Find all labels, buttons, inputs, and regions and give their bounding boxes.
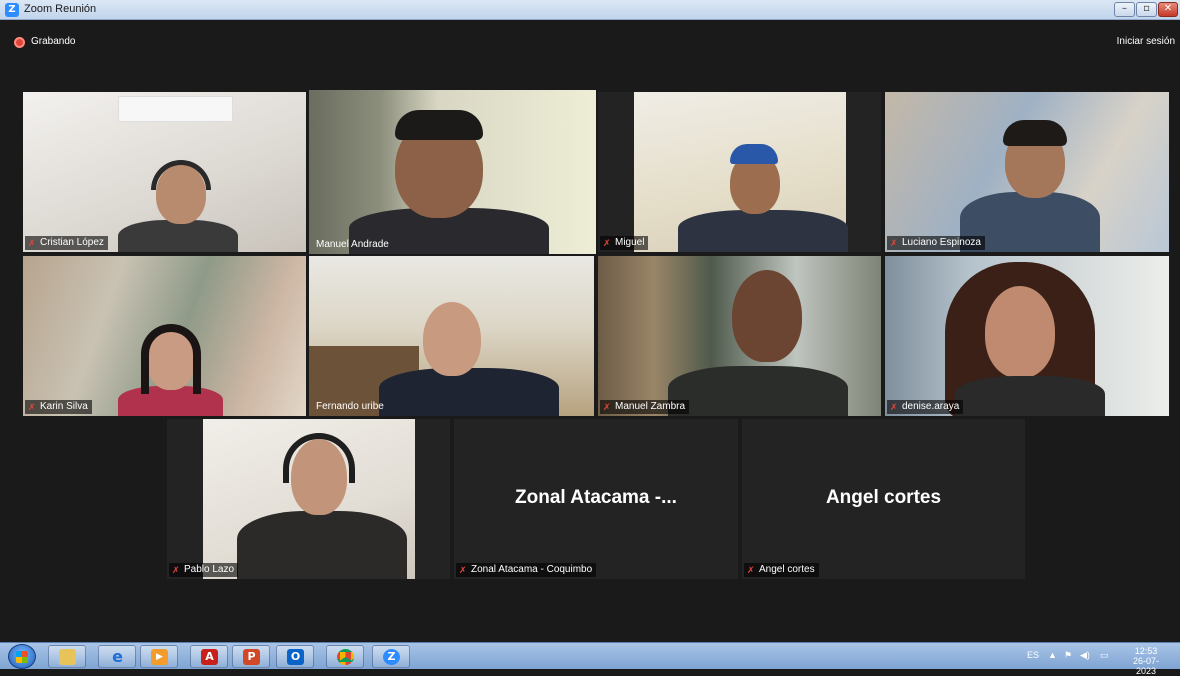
minimize-button[interactable]: –	[1114, 2, 1135, 17]
powerpoint-icon: P	[243, 649, 260, 665]
taskbar-powerpoint[interactable]: P	[232, 645, 270, 668]
air-conditioner	[118, 96, 233, 122]
mic-muted-icon: ✗	[890, 238, 898, 248]
flag-icon[interactable]: ⚑	[1064, 650, 1072, 661]
participant-name-tag: ✗ Miguel	[600, 236, 649, 250]
participant-name-tag: ✗ Angel cortes	[744, 563, 819, 577]
video-tile[interactable]: Fernando uribe	[309, 256, 594, 416]
taskbar-internet-explorer[interactable]: e	[98, 645, 136, 668]
video-tile[interactable]: ✗ Pablo Lazo	[167, 419, 450, 579]
play-icon: ▶	[151, 649, 168, 665]
video-tile-video-off[interactable]: Angel cortes ✗ Angel cortes	[742, 419, 1025, 579]
network-icon[interactable]: ▭	[1100, 650, 1109, 661]
zoom-app-icon: Z	[5, 3, 19, 17]
participant-name-tag: ✗ Karin Silva	[25, 400, 92, 414]
system-clock[interactable]: 12:53 26-07-2023	[1126, 646, 1166, 676]
folder-icon	[59, 649, 76, 665]
window-title: Zoom Reunión	[24, 3, 97, 15]
start-button[interactable]	[8, 644, 36, 669]
video-tile[interactable]: ✗ Miguel	[598, 92, 881, 252]
video-tile-active-speaker[interactable]: Manuel Andrade	[309, 90, 596, 254]
participant-name-tag: ✗ Luciano Espinoza	[887, 236, 985, 250]
recording-label: Grabando	[31, 36, 76, 47]
video-tile[interactable]: ✗ Cristian López	[23, 92, 306, 252]
signin-link[interactable]: Iniciar sesión	[1117, 36, 1175, 47]
participant-name-tag: Manuel Andrade	[316, 239, 389, 250]
maximize-button[interactable]: ▫	[1136, 2, 1157, 17]
mic-muted-icon: ✗	[459, 565, 467, 575]
record-icon	[14, 37, 25, 48]
close-button[interactable]: ✕	[1158, 2, 1178, 17]
participant-name-tag: ✗ Cristian López	[25, 236, 108, 250]
window-titlebar: Z Zoom Reunión – ▫ ✕	[0, 0, 1180, 20]
participant-name-tag: ✗ Manuel Zambra	[600, 400, 690, 414]
mic-muted-icon: ✗	[172, 565, 180, 575]
pdf-icon: A	[201, 649, 218, 665]
mic-muted-icon: ✗	[28, 238, 36, 248]
taskbar-chrome[interactable]	[326, 645, 364, 668]
language-indicator[interactable]: ES	[1027, 650, 1039, 660]
clock-date: 26-07-2023	[1132, 656, 1159, 676]
taskbar-file-explorer[interactable]	[48, 645, 86, 668]
cap	[730, 144, 778, 164]
video-tile[interactable]: ✗ Manuel Zambra	[598, 256, 881, 416]
mic-muted-icon: ✗	[603, 238, 611, 248]
taskbar-media-player[interactable]: ▶	[140, 645, 178, 668]
windows-logo-icon	[16, 651, 28, 663]
video-tile[interactable]: ✗ Luciano Espinoza	[885, 92, 1169, 252]
participant-name-tag: ✗ Pablo Lazo	[169, 563, 239, 577]
show-hidden-icons-icon[interactable]: ▲	[1048, 650, 1057, 660]
volume-icon[interactable]: ◀)	[1080, 650, 1090, 661]
participant-name-tag: ✗ Zonal Atacama - Coquimbo	[456, 563, 597, 577]
participant-display-name: Angel cortes	[825, 487, 942, 508]
participant-name-tag: Fernando uribe	[316, 401, 384, 412]
ie-icon: e	[112, 647, 123, 666]
zoom-icon: Z	[383, 649, 400, 665]
taskbar: e ▶ A P O Z ES ▲ ⚑ ◀) ▭ 12:53 26-07-2023	[0, 642, 1180, 676]
clock-time: 12:53	[1134, 646, 1158, 656]
participant-name-tag: ✗ denise.araya	[887, 400, 964, 414]
video-tile[interactable]: ✗ Karin Silva	[23, 256, 306, 416]
taskbar-outlook[interactable]: O	[276, 645, 314, 668]
participant-display-name: Zonal Atacama -...	[515, 487, 677, 508]
mic-muted-icon: ✗	[890, 402, 898, 412]
chrome-icon	[337, 649, 354, 665]
outlook-icon: O	[287, 649, 304, 665]
video-tile-video-off[interactable]: Zonal Atacama -... ✗ Zonal Atacama - Coqu…	[454, 419, 738, 579]
video-tile[interactable]: ✗ denise.araya	[885, 256, 1169, 416]
meeting-view: Grabando Iniciar sesión ✗ Cristian López …	[0, 21, 1180, 642]
taskbar-acrobat[interactable]: A	[190, 645, 228, 668]
taskbar-zoom[interactable]: Z	[372, 645, 410, 668]
mic-muted-icon: ✗	[747, 565, 755, 575]
mic-muted-icon: ✗	[28, 402, 36, 412]
mic-muted-icon: ✗	[603, 402, 611, 412]
